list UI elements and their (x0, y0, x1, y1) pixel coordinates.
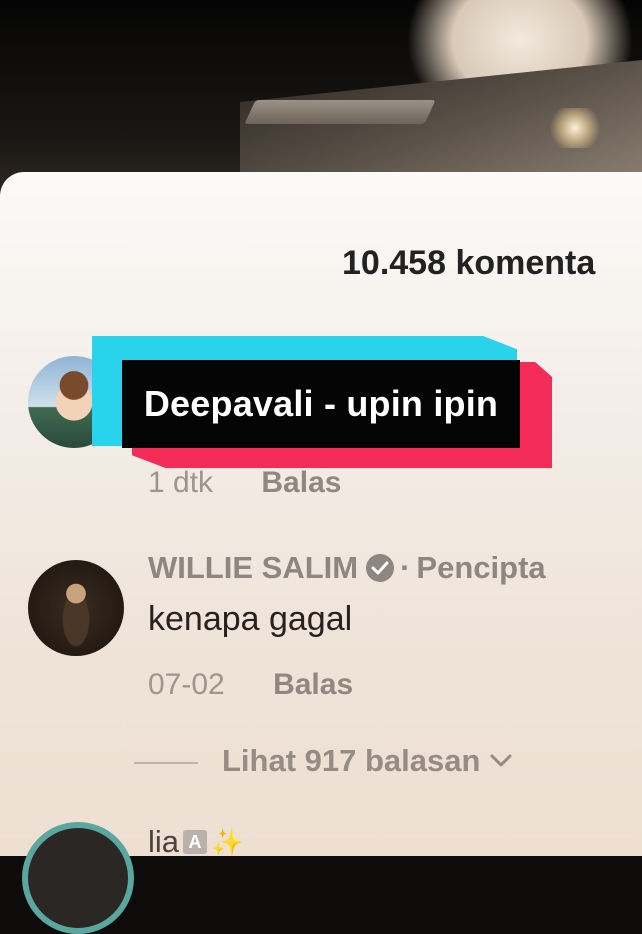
comment1-time: 1 dtk (148, 466, 214, 499)
comment2-separator: · (400, 550, 411, 585)
sparkle-icon: ✨ (211, 826, 244, 857)
letter-badge-icon: A (183, 830, 208, 854)
view-replies-label: Lihat 917 balasan (222, 743, 481, 778)
banner-title: Deepavali - upin ipin (143, 383, 499, 424)
verified-check-icon (366, 554, 395, 582)
comment3-username-row: lia A ✨ (148, 824, 243, 860)
comment2-date: 07-02 (148, 668, 225, 701)
title-banner: Deepavali - upin ipin (92, 336, 552, 468)
video-phone-object (244, 100, 436, 124)
banner-black-box: Deepavali - upin ipin (122, 360, 520, 448)
comment-count: 10.458 komenta (342, 244, 596, 282)
comment2-text: kenapa gagal (148, 600, 353, 638)
comment1-meta: 1 dtk Balas (148, 466, 341, 500)
comment2-meta: 07-02 Balas (148, 668, 353, 702)
replies-divider (134, 762, 198, 764)
view-replies-button[interactable]: Lihat 917 balasan (222, 743, 512, 779)
comment2-username[interactable]: WILLIE SALIM (148, 550, 358, 586)
creator-label: Pencipta (416, 550, 546, 585)
comment2-reply-button[interactable]: Balas (273, 668, 353, 701)
chevron-down-icon (490, 754, 512, 767)
avatar-lia[interactable] (22, 822, 134, 934)
avatar-willie-salim[interactable] (28, 560, 124, 656)
video-light-glow (545, 108, 605, 148)
comment1-reply-button[interactable]: Balas (261, 466, 341, 499)
comment3-username[interactable]: lia (148, 824, 179, 860)
comment2-username-row: WILLIE SALIM · Pencipta (148, 550, 546, 586)
